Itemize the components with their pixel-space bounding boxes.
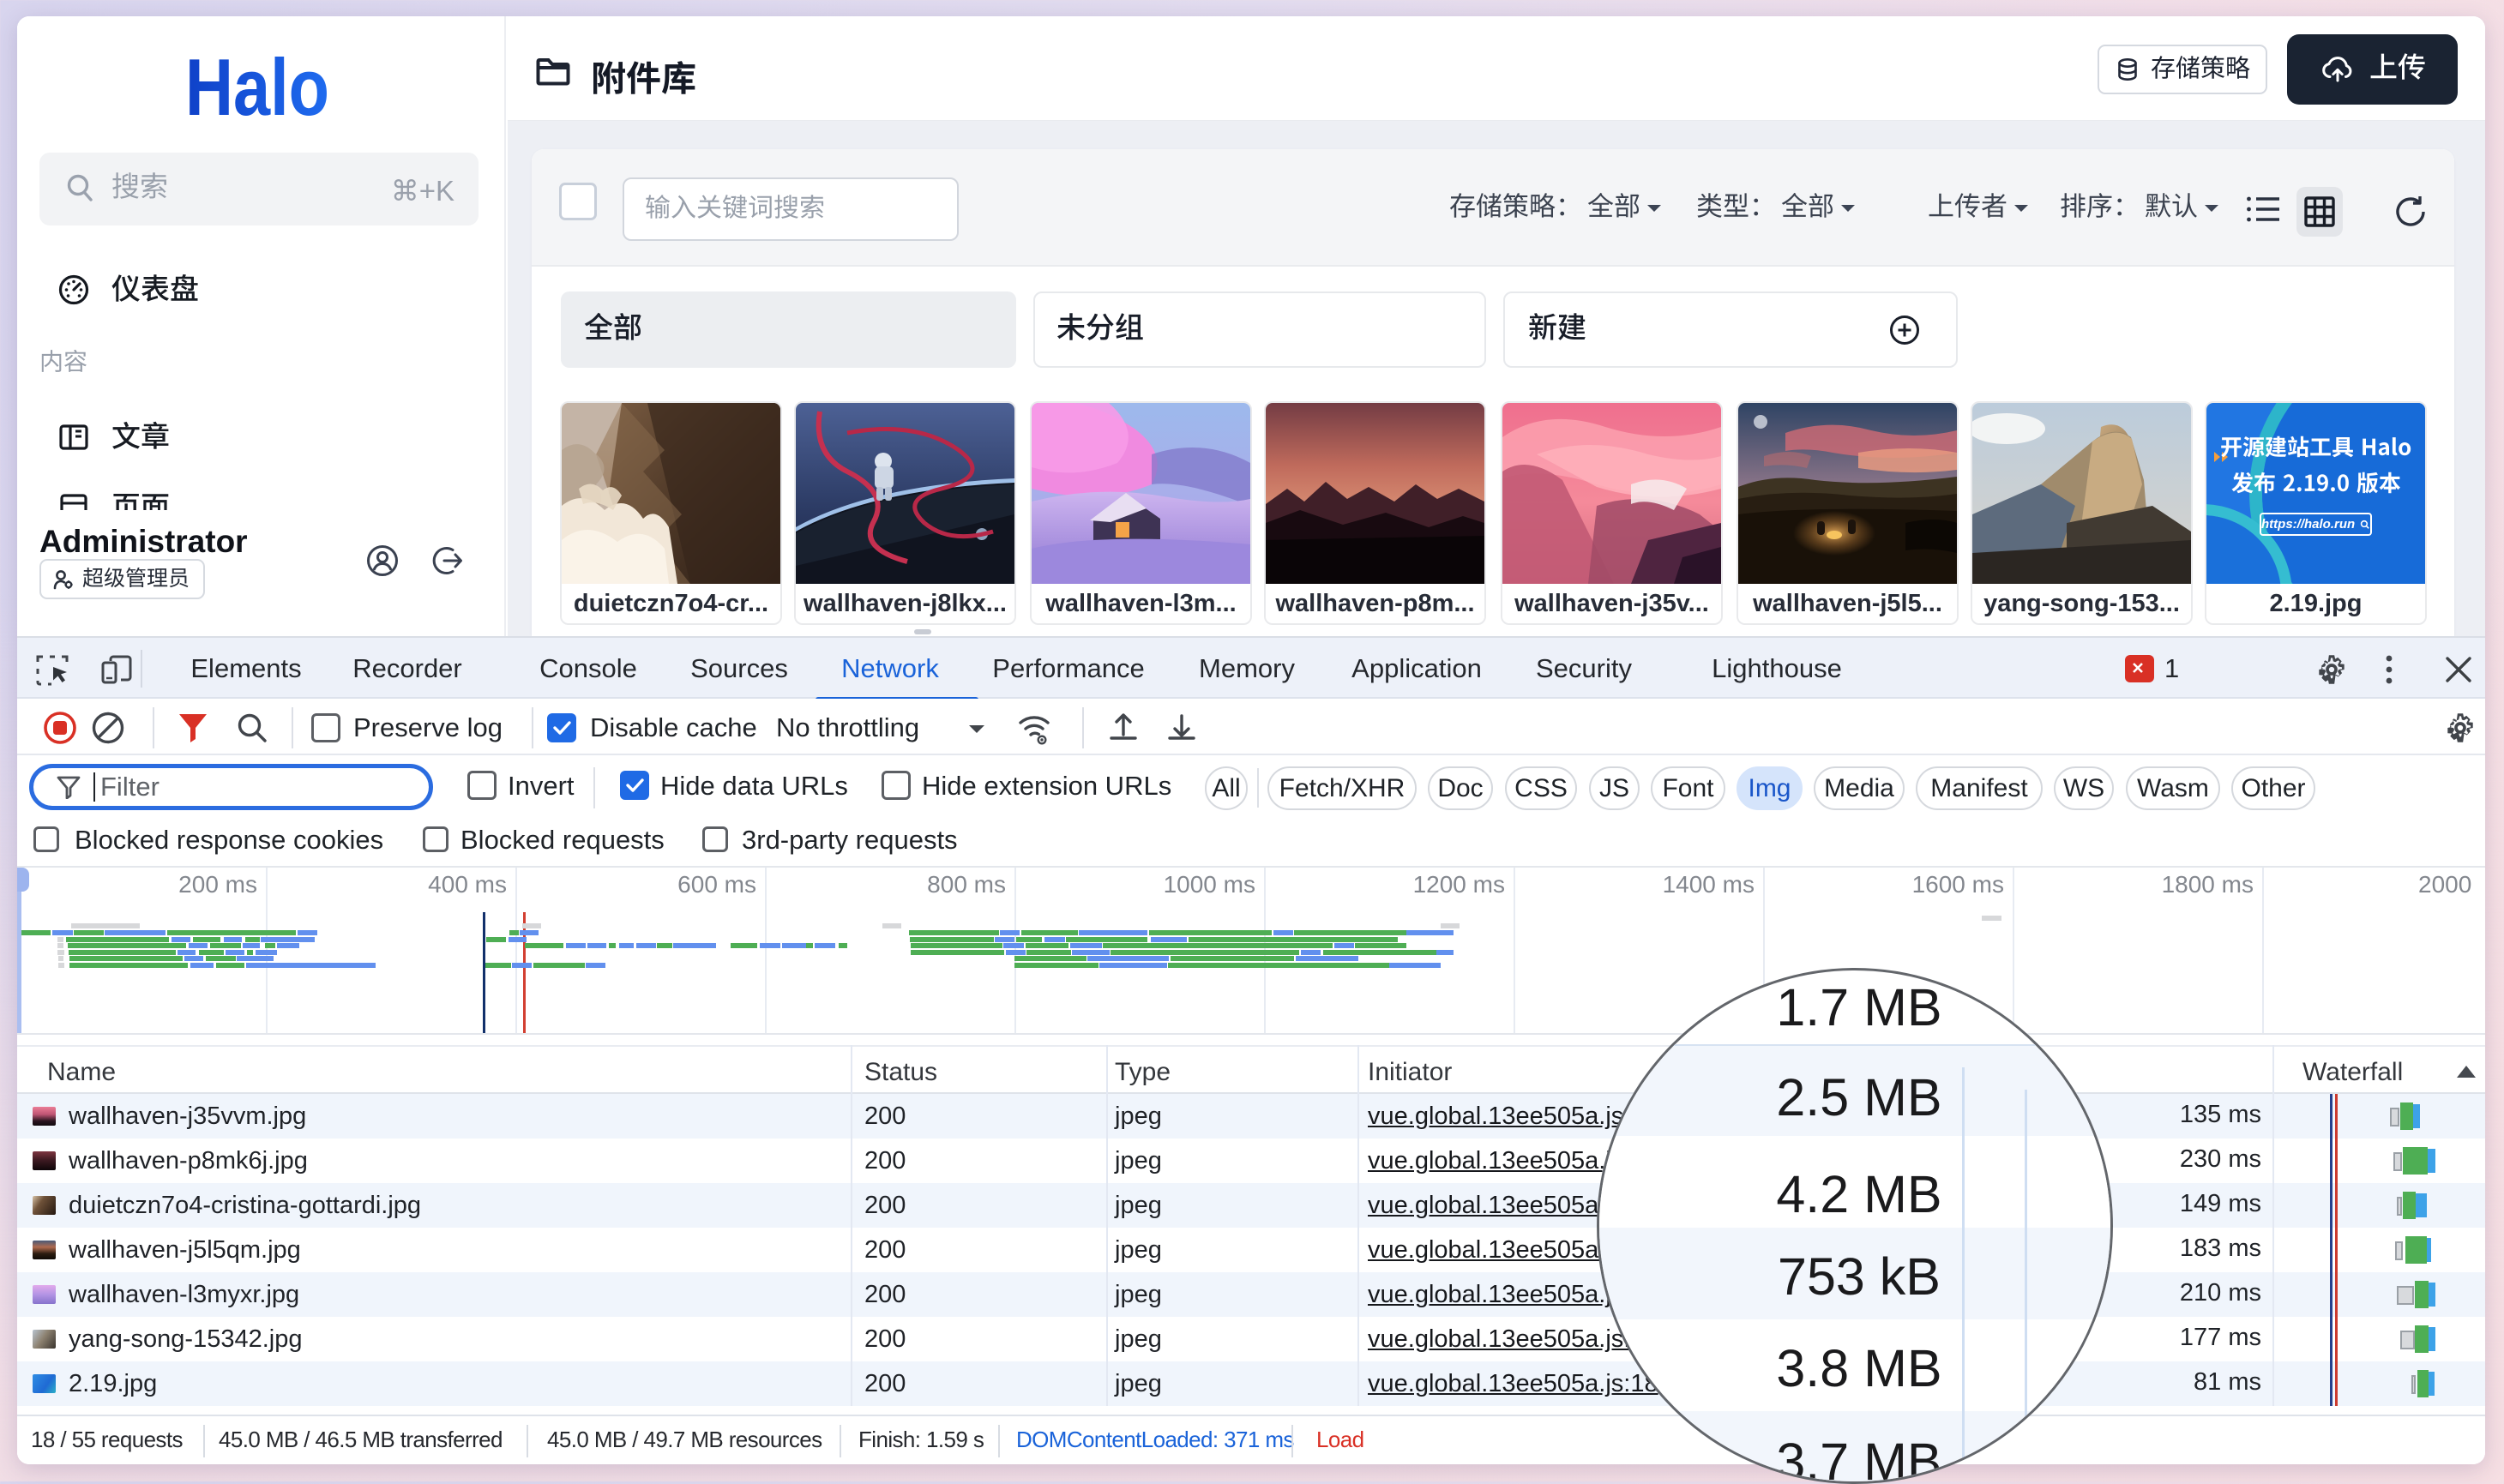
svg-text:Halo: Halo	[185, 48, 329, 127]
